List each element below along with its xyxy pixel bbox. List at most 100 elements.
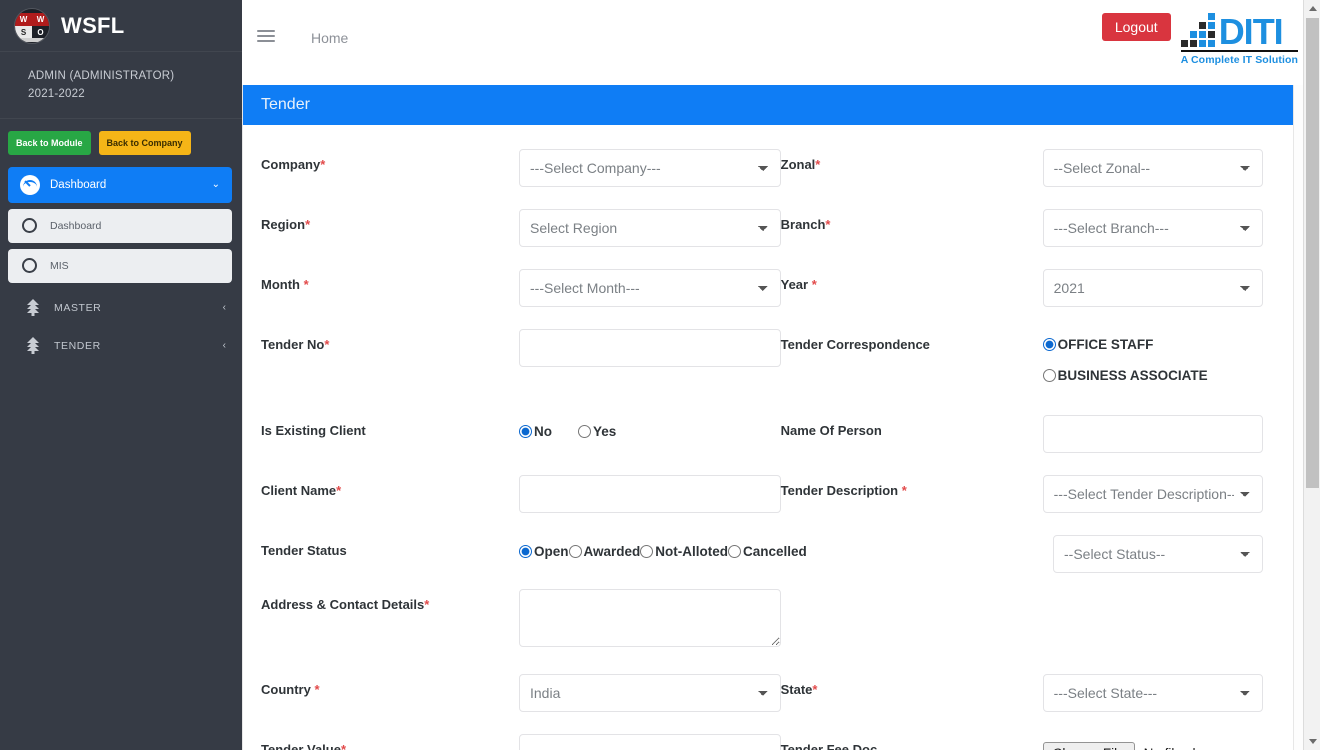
address-textarea[interactable]: [519, 589, 781, 647]
gauge-icon: [20, 174, 40, 195]
sidebar-item-tender-label: TENDER: [54, 339, 101, 352]
field-tender-description: Tender Description * ---Select Tender De…: [781, 475, 1263, 513]
radio-existing-yes-input[interactable]: [578, 425, 591, 438]
tender-description-label: Tender Description *: [780, 483, 907, 498]
logo-band: [15, 38, 49, 43]
state-select[interactable]: ---Select State---: [1042, 674, 1263, 712]
radio-business-associate[interactable]: BUSINESS ASSOCIATE: [1042, 368, 1263, 383]
radio-status-not-alloted-input[interactable]: [640, 545, 654, 558]
sidebar-item-tender[interactable]: TENDER ‹: [0, 327, 242, 365]
field-zonal: Zonal* --Select Zonal--: [781, 149, 1263, 187]
main-content: Home Logout DITI A Complete IT Solution …: [242, 0, 1320, 750]
client-name-input[interactable]: [519, 475, 781, 513]
field-region: Region* Select Region: [261, 209, 781, 247]
tender-fee-doc-label: Tender Fee Doc: [780, 742, 878, 750]
chevron-left-icon: ‹: [222, 340, 226, 352]
scroll-down-arrow-icon[interactable]: [1304, 733, 1320, 750]
required-marker: *: [320, 157, 326, 172]
is-existing-client-radio-group: No Yes: [519, 415, 781, 439]
diti-logo-text: DITI: [1218, 11, 1284, 53]
radio-status-cancelled-input[interactable]: [728, 545, 742, 558]
field-company: Company* ---Select Company---: [261, 149, 781, 187]
radio-status-awarded[interactable]: Awarded: [568, 544, 640, 559]
field-tender-fee-doc: Tender Fee Doc Choose File No file chose…: [781, 734, 1263, 750]
sidebar-item-master[interactable]: MASTER ‹: [0, 289, 242, 327]
field-tender-no: Tender No*: [261, 329, 781, 367]
zonal-select[interactable]: --Select Zonal--: [1042, 149, 1263, 187]
radio-existing-yes[interactable]: Yes: [578, 424, 616, 439]
scroll-up-arrow-icon[interactable]: [1304, 0, 1320, 17]
radio-existing-no[interactable]: No: [519, 424, 552, 439]
tender-no-input[interactable]: [519, 329, 781, 367]
field-state: State* ---Select State---: [781, 674, 1263, 712]
status-select[interactable]: --Select Status--: [1053, 535, 1263, 573]
tender-no-label: Tender No*: [261, 337, 330, 352]
radio-existing-no-label: No: [534, 424, 552, 439]
radio-business-associate-input[interactable]: [1042, 369, 1056, 382]
required-marker: *: [424, 597, 430, 612]
diti-dots-icon: [1180, 13, 1215, 47]
user-name: ADMIN (ADMINISTRATOR): [28, 70, 175, 82]
form-row-client-description: Client Name* Tender Description * ---Sel…: [261, 475, 1263, 513]
required-marker: *: [305, 217, 311, 232]
back-to-module-button[interactable]: Back to Module: [8, 130, 91, 155]
page-title: Tender: [261, 96, 310, 113]
choose-file-button[interactable]: Choose File: [1042, 742, 1135, 750]
field-name-of-person: Name Of Person: [781, 415, 1263, 453]
region-select[interactable]: Select Region: [519, 209, 781, 247]
radio-status-open-input[interactable]: [519, 545, 532, 558]
year-select[interactable]: 2021: [1042, 269, 1263, 307]
tree-icon: [26, 299, 40, 317]
radio-office-staff-input[interactable]: [1042, 338, 1056, 351]
radio-status-not-alloted[interactable]: Not-Alloted: [640, 544, 728, 559]
branch-select[interactable]: ---Select Branch---: [1042, 209, 1263, 247]
address-label: Address & Contact Details*: [261, 597, 430, 612]
required-marker: *: [901, 483, 907, 498]
radio-status-awarded-input[interactable]: [568, 545, 582, 558]
radio-office-staff[interactable]: OFFICE STAFF: [1042, 337, 1263, 352]
region-label: Region*: [261, 217, 311, 232]
radio-status-open[interactable]: Open: [519, 544, 569, 559]
month-label: Month *: [261, 277, 309, 292]
is-existing-client-label: Is Existing Client: [261, 423, 366, 438]
form-row-region-branch: Region* Select Region Branch* ---Select …: [261, 209, 1263, 247]
field-country: Country * India: [261, 674, 781, 712]
radio-business-associate-label: BUSINESS ASSOCIATE: [1057, 368, 1208, 383]
scrollbar-thumb[interactable]: [1306, 18, 1319, 488]
status-select-label: [791, 535, 1053, 543]
top-bar: Home Logout DITI A Complete IT Solution: [242, 0, 1320, 85]
hamburger-icon[interactable]: [257, 30, 275, 42]
name-of-person-label: Name Of Person: [780, 423, 882, 438]
tender-correspondence-label: Tender Correspondence: [780, 337, 930, 352]
sidebar-action-buttons: Back to Module Back to Company: [0, 119, 242, 165]
sidebar-subitem-mis[interactable]: MIS: [8, 248, 232, 283]
field-status-select: --Select Status--: [791, 535, 1263, 573]
user-info-block: ADMIN (ADMINISTRATOR) 2021-2022: [0, 52, 242, 119]
radio-status-not-alloted-label: Not-Alloted: [655, 544, 729, 559]
form-row-company-zonal: Company* ---Select Company--- Zonal* --S…: [261, 149, 1263, 187]
country-select[interactable]: India: [519, 674, 781, 712]
radio-existing-no-input[interactable]: [519, 425, 532, 438]
name-of-person-input[interactable]: [1042, 415, 1263, 453]
sidebar-subitem-dashboard[interactable]: Dashboard: [8, 208, 232, 243]
breadcrumb[interactable]: Home: [311, 30, 348, 46]
back-to-company-button[interactable]: Back to Company: [98, 130, 191, 155]
card-header: Tender: [243, 85, 1293, 125]
branch-label: Branch*: [780, 217, 831, 232]
tender-correspondence-radio-group: OFFICE STAFF BUSINESS ASSOCIATE: [1042, 329, 1263, 399]
year-label: Year *: [780, 277, 817, 292]
required-marker: *: [324, 337, 330, 352]
required-marker: *: [314, 682, 320, 697]
client-name-label: Client Name*: [261, 483, 342, 498]
sidebar-item-dashboard[interactable]: Dashboard ⌄: [8, 166, 232, 203]
vertical-scrollbar[interactable]: [1303, 0, 1320, 750]
wsfl-logo-icon: W W S O: [14, 7, 50, 44]
sidebar-subitem-dashboard-label: Dashboard: [50, 219, 102, 232]
logout-button[interactable]: Logout: [1101, 13, 1171, 41]
tender-description-select[interactable]: ---Select Tender Description---: [1042, 475, 1263, 513]
month-select[interactable]: ---Select Month---: [519, 269, 781, 307]
company-select[interactable]: ---Select Company---: [519, 149, 781, 187]
required-marker: *: [825, 217, 831, 232]
tender-value-input[interactable]: [519, 734, 781, 750]
chevron-left-icon: ‹: [222, 302, 226, 314]
